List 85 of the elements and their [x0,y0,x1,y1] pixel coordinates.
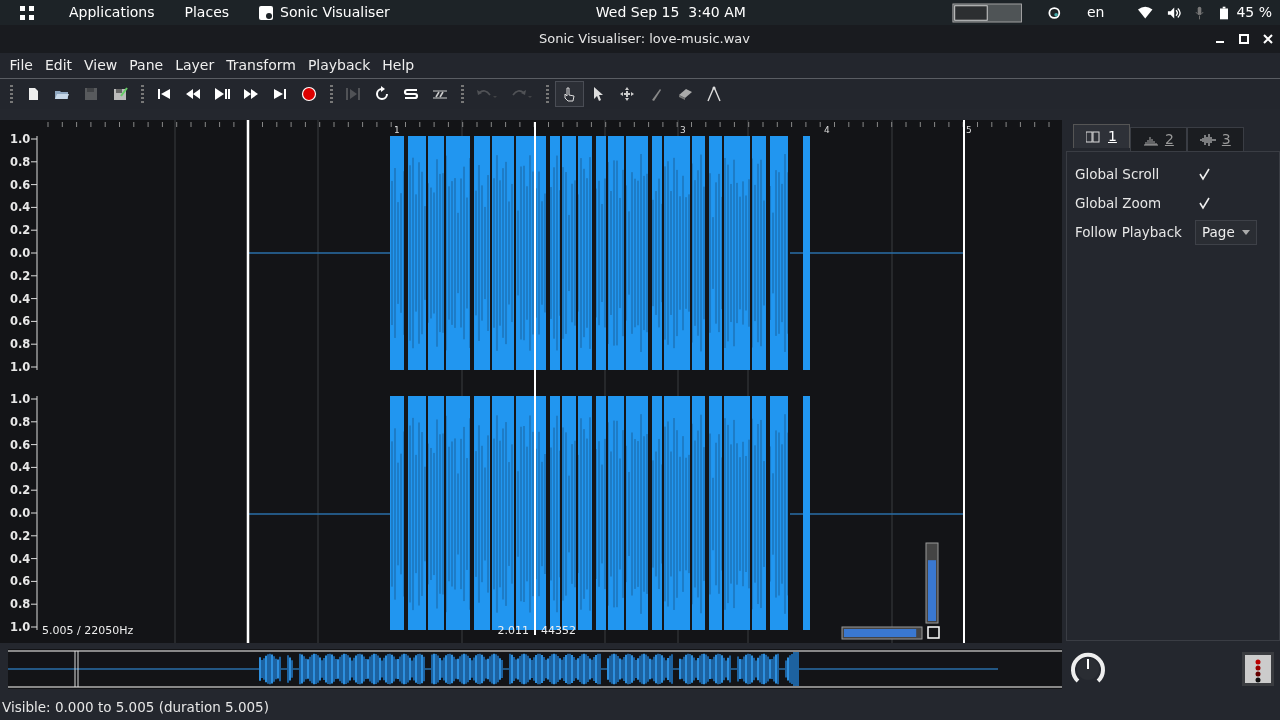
menu-item[interactable]: Playback [301,55,377,76]
axis-label: 1.0 [10,132,31,146]
workspace-switcher[interactable] [951,1,1023,24]
zoom-reset-button[interactable] [927,626,940,639]
axis-label: 0.2 [10,268,31,283]
ruler-label: 4 [824,125,830,135]
compass-icon [706,86,722,102]
accessibility-icon[interactable] [1048,5,1061,20]
caret-icon [1242,230,1250,235]
volume-icon[interactable] [1166,5,1182,20]
skip-forward-icon[interactable] [272,86,288,102]
hand-icon [561,86,577,102]
language-indicator[interactable]: en [1078,2,1113,23]
axis-label: 0.4 [10,200,31,215]
overview-waveform-drawing[interactable] [8,649,1062,689]
move-icon [619,86,635,102]
follow-playback-dropdown[interactable]: Page [1195,220,1257,245]
property-tab[interactable]: 2 [1129,127,1187,151]
fast-forward-icon[interactable] [243,86,259,102]
menu-item[interactable]: Help [376,55,421,76]
axis-label: 0.2 [10,223,31,238]
hand-tool-button[interactable] [554,81,584,107]
ruler-label: 5 [966,125,972,135]
menu-item[interactable]: Edit [38,55,79,76]
axis-label: 0.8 [10,414,31,429]
axis-label: 0.4 [10,551,31,566]
axis-label: 0.8 [10,597,31,612]
s-shape-icon[interactable] [403,86,419,102]
sample-rate-label: 5.005 / 22050Hz [42,624,134,637]
vertical-zoom-slider[interactable] [925,542,939,624]
axis-label: 0.8 [10,154,31,169]
menu-item[interactable]: Pane [123,55,170,76]
axis-label: 1.0 [10,392,31,406]
axis-label: 0.0 [10,246,31,260]
rewind-icon[interactable] [185,86,201,102]
record-icon[interactable] [301,86,317,102]
microphone-icon[interactable] [1195,5,1205,20]
property-label: Follow Playback [1075,223,1183,243]
panes-icon [1086,130,1102,143]
property-tab[interactable]: 1 [1073,124,1130,148]
axis-label: 1.0 [10,360,31,374]
window-title: Sonic Visualiser: love-music.wav [539,30,750,49]
axis-label: 0.4 [10,460,31,475]
axis-label: 0.2 [10,483,31,498]
property-tab[interactable]: 3 [1186,127,1244,151]
axis-label: 0.6 [10,574,31,589]
level-meter-button[interactable] [1242,652,1274,686]
axis-label: 1.0 [10,620,31,634]
menu-item[interactable]: View [78,55,124,76]
property-label: Global Scroll [1075,165,1161,185]
axis-label: 0.0 [10,506,31,520]
app-name-menu[interactable]: Sonic Visualiser [280,2,390,23]
axis-label: 0.6 [10,177,31,192]
app-grid-icon[interactable] [20,5,34,20]
ruler-label: 1 [394,125,400,135]
menu-item[interactable]: Transform [220,55,302,76]
menu-item[interactable]: File [3,55,39,76]
wifi-icon[interactable] [1138,5,1153,20]
axis-label: 0.8 [10,337,31,352]
applications-menu[interactable]: Applications [61,2,163,23]
menu-item[interactable]: Layer [169,55,221,76]
axis-label: 0.6 [10,314,31,329]
eraser-icon [677,86,693,102]
play-pause-icon[interactable] [214,86,230,102]
checkbox[interactable] [1197,166,1213,183]
maximize-icon[interactable] [1239,34,1249,44]
horizontal-zoom-slider[interactable] [841,626,923,640]
loop-icon[interactable] [374,86,390,102]
places-menu[interactable]: Places [176,2,238,23]
close-icon[interactable] [1263,34,1273,44]
battery-icon[interactable] [1220,5,1229,20]
axis-label: 0.4 [10,291,31,306]
axis-label: 0.2 [10,528,31,543]
selection-edge[interactable] [246,120,250,643]
app-icon [259,5,274,20]
axis-label: 0.6 [10,437,31,452]
battery-level[interactable]: 45 % [1228,2,1280,23]
skip-back-icon[interactable] [156,86,172,102]
status-text: Visible: 0.000 to 5.005 (duration 5.005) [2,698,269,718]
ruler-label: 3 [680,125,686,135]
property-label: Global Zoom [1075,194,1163,214]
checkbox[interactable] [1197,195,1213,212]
wave-icon [1199,133,1216,146]
clock[interactable]: Wed Sep 15 3:40 AM [587,2,754,23]
floppy-pen-icon[interactable] [112,86,128,102]
